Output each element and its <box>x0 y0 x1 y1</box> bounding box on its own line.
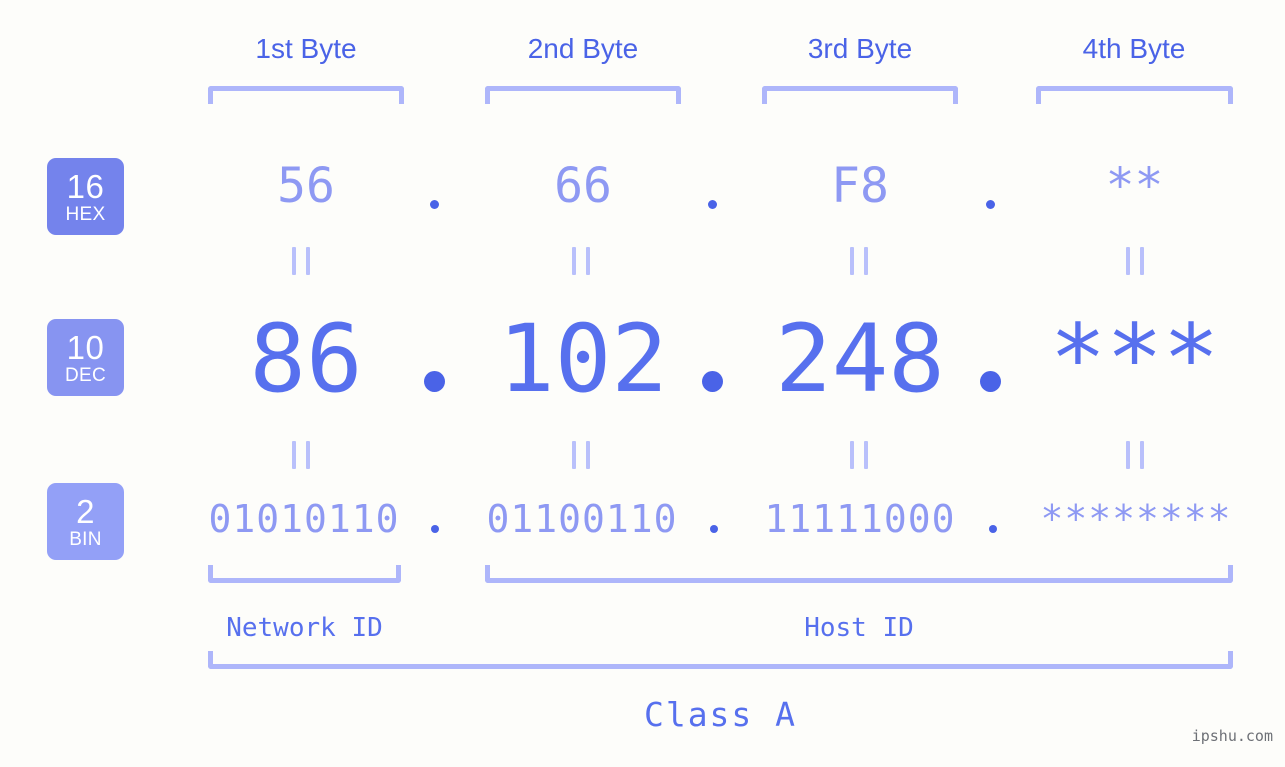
byte-header-3: 3rd Byte <box>807 33 913 64</box>
hex-byte-2: 66 <box>554 158 612 214</box>
equals-mark-hex-dec-4 <box>1126 247 1144 275</box>
dec-separator-1 <box>424 371 445 392</box>
byte-bracket-4 <box>1036 86 1233 104</box>
equals-mark-dec-bin-2 <box>572 441 590 469</box>
base-badge-bin-name: BIN <box>69 528 102 550</box>
hex-separator-3 <box>986 200 995 209</box>
base-badge-hex-number: 16 <box>66 167 105 205</box>
network-id-label: Network ID <box>226 613 383 643</box>
class-label: Class A <box>643 695 798 734</box>
dec-byte-3: 248 <box>775 305 945 414</box>
dec-byte-2: 102 <box>498 305 668 414</box>
bin-separator-2 <box>710 525 718 533</box>
equals-mark-dec-bin-4 <box>1126 441 1144 469</box>
hex-byte-1: 56 <box>277 158 335 214</box>
bin-separator-3 <box>989 525 997 533</box>
base-badge-dec-name: DEC <box>64 364 106 386</box>
bin-separator-1 <box>431 525 439 533</box>
dec-byte-1: 86 <box>249 305 363 414</box>
class-bracket <box>208 651 1233 669</box>
equals-mark-hex-dec-3 <box>850 247 868 275</box>
hex-separator-2 <box>708 200 717 209</box>
hex-byte-4: ** <box>1105 158 1164 214</box>
equals-mark-hex-dec-2 <box>572 247 590 275</box>
base-badge-dec: 10 DEC <box>47 319 124 396</box>
byte-bracket-2 <box>485 86 681 104</box>
bin-byte-2: 01100110 <box>486 497 678 541</box>
network-id-bracket <box>208 565 401 583</box>
base-badge-hex: 16 HEX <box>47 158 124 235</box>
equals-mark-hex-dec-1 <box>292 247 310 275</box>
byte-header-4: 4th Byte <box>1082 33 1186 64</box>
dec-separator-2 <box>702 371 723 392</box>
ip-breakdown-diagram: 1st Byte 2nd Byte 3rd Byte 4th Byte 16 H… <box>0 0 1285 767</box>
base-badge-hex-name: HEX <box>65 203 106 225</box>
dec-separator-3 <box>980 371 1001 392</box>
bin-byte-1: 01010110 <box>208 497 400 541</box>
byte-header-1: 1st Byte <box>255 33 357 64</box>
site-watermark: ipshu.com <box>1191 727 1273 745</box>
hex-byte-3: F8 <box>831 158 889 214</box>
base-badge-bin-number: 2 <box>76 492 95 530</box>
base-badge-bin: 2 BIN <box>47 483 124 560</box>
byte-bracket-3 <box>762 86 958 104</box>
bin-byte-4: ******** <box>1040 497 1232 541</box>
dec-byte-4: *** <box>1049 305 1220 414</box>
bin-byte-3: 11111000 <box>764 497 956 541</box>
equals-mark-dec-bin-1 <box>292 441 310 469</box>
host-id-bracket <box>485 565 1233 583</box>
byte-header-2: 2nd Byte <box>527 33 639 64</box>
hex-separator-1 <box>430 200 439 209</box>
base-badge-dec-number: 10 <box>66 328 105 366</box>
equals-mark-dec-bin-3 <box>850 441 868 469</box>
host-id-label: Host ID <box>804 613 914 643</box>
byte-bracket-1 <box>208 86 404 104</box>
